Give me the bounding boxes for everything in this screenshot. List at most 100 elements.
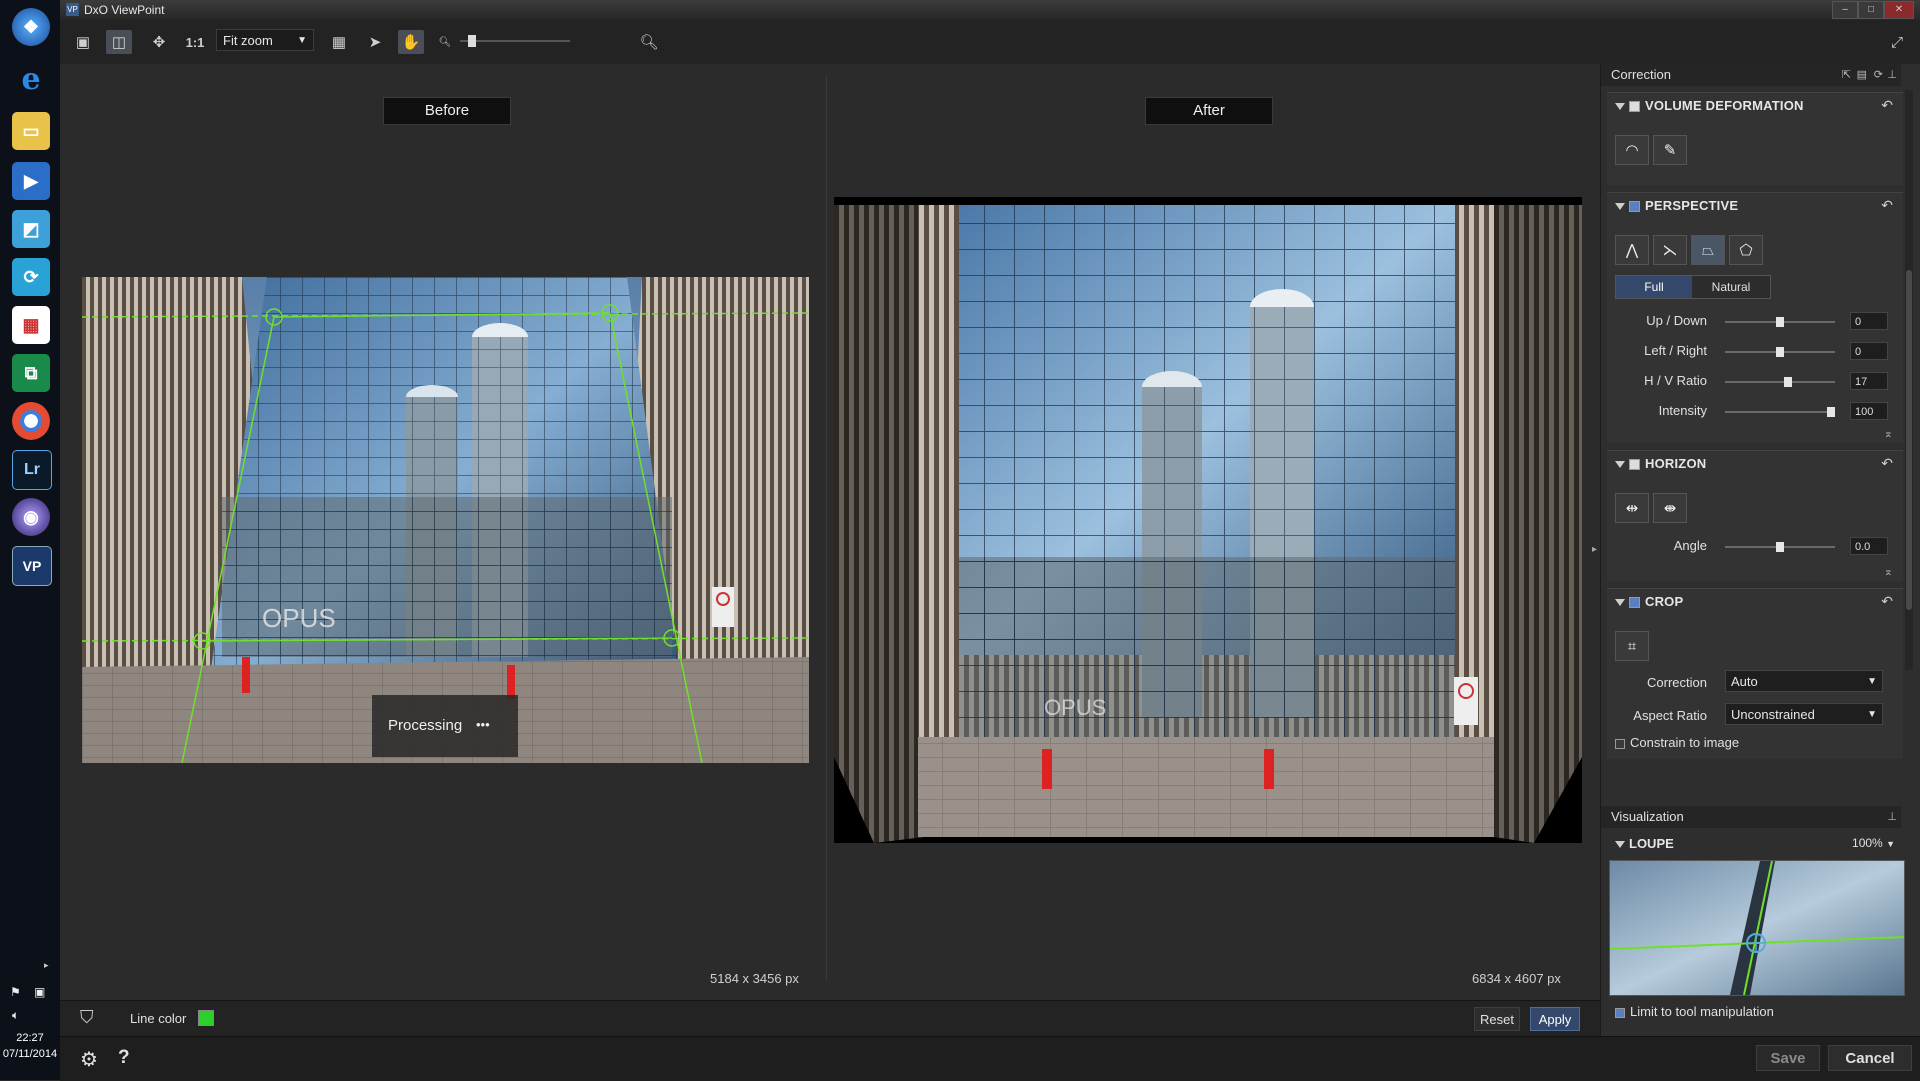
spherical-deformation-icon[interactable]: ✎ bbox=[1653, 135, 1687, 165]
zoom-out-icon[interactable]: 🔍︎ bbox=[432, 30, 458, 54]
horizontal-parallel-icon[interactable]: ⋋ bbox=[1653, 235, 1687, 265]
cancel-button[interactable]: Cancel bbox=[1828, 1045, 1912, 1071]
panel-scrollbar[interactable] bbox=[1905, 90, 1913, 670]
start-orb-icon[interactable]: ❖ bbox=[12, 8, 50, 46]
flag-icon[interactable]: ⚑ bbox=[10, 985, 21, 999]
perspective-header[interactable]: PERSPECTIVE bbox=[1615, 198, 1738, 213]
eight-point-perspective-icon[interactable]: ⬠ bbox=[1729, 235, 1763, 265]
hand-tool-icon[interactable]: ✋ bbox=[398, 30, 424, 54]
crop-header[interactable]: CROP bbox=[1615, 594, 1683, 609]
zoom-in-icon[interactable]: 🔍︎ bbox=[636, 30, 662, 54]
close-window-button[interactable]: ✕ bbox=[1884, 1, 1914, 19]
pin-icon[interactable]: ⊥ bbox=[1887, 64, 1897, 86]
undo-icon[interactable]: ↶ bbox=[1881, 593, 1893, 610]
loupe-header[interactable]: LOUPE bbox=[1615, 836, 1674, 851]
reset-button[interactable]: Reset bbox=[1474, 1007, 1520, 1031]
maximize-button[interactable]: □ bbox=[1858, 1, 1884, 19]
grid-app-icon[interactable]: ▦ bbox=[12, 306, 50, 344]
chrome-browser-icon[interactable] bbox=[12, 402, 50, 440]
horizon-line-icon[interactable]: ⇹ bbox=[1615, 493, 1649, 523]
minimize-button[interactable]: – bbox=[1832, 1, 1858, 19]
crop-correction-select[interactable]: Auto ▼ bbox=[1725, 670, 1883, 692]
limit-checkbox[interactable] bbox=[1615, 1007, 1625, 1018]
photo-viewer-icon[interactable]: ◩ bbox=[12, 210, 50, 248]
preset-icon[interactable]: ▤ bbox=[1857, 64, 1867, 86]
volume-deformation-header[interactable]: VOLUME DEFORMATION bbox=[1615, 98, 1804, 113]
pin-icon[interactable]: ⊥ bbox=[1887, 806, 1897, 828]
perspective-checkbox[interactable] bbox=[1629, 201, 1640, 213]
slider-value[interactable]: 0 bbox=[1850, 342, 1888, 360]
perspective-slider[interactable] bbox=[1725, 317, 1835, 327]
lightroom-icon[interactable]: Lr bbox=[12, 450, 52, 490]
undo-icon[interactable]: ↶ bbox=[1881, 455, 1893, 472]
angle-slider[interactable] bbox=[1725, 542, 1835, 552]
undo-icon[interactable]: ↶ bbox=[1881, 97, 1893, 114]
loupe-zoom-select[interactable]: 100% ▼ bbox=[1852, 836, 1895, 850]
help-button[interactable]: ? bbox=[118, 1047, 130, 1069]
panel-scrollbar-thumb[interactable] bbox=[1906, 270, 1912, 610]
grid-icon[interactable]: ▦ bbox=[326, 30, 352, 54]
slider-value[interactable]: 0 bbox=[1850, 312, 1888, 330]
perspective-slider[interactable] bbox=[1725, 377, 1835, 387]
slider-value[interactable]: 17 bbox=[1850, 372, 1888, 390]
crop-tool-icon[interactable]: ⌗ bbox=[1615, 631, 1649, 661]
clock-time[interactable]: 22:27 bbox=[0, 1032, 60, 1044]
settings-gear-icon[interactable]: ⚙ bbox=[80, 1047, 98, 1072]
slider-thumb[interactable] bbox=[1784, 377, 1793, 387]
angle-value[interactable]: 0.0 bbox=[1850, 537, 1888, 555]
fullscreen-icon[interactable]: ⤢ bbox=[1884, 30, 1910, 54]
slider-thumb[interactable] bbox=[1776, 317, 1784, 327]
export-icon[interactable]: ⇱ bbox=[1842, 64, 1851, 86]
zoom-one-to-one-button[interactable]: 1:1 bbox=[182, 30, 208, 54]
apply-button[interactable]: Apply bbox=[1530, 1007, 1580, 1031]
perspective-tool-icon[interactable]: ⛉ bbox=[80, 1007, 94, 1028]
zoom-slider[interactable] bbox=[460, 35, 570, 47]
constrain-to-image-option[interactable]: Constrain to image bbox=[1615, 735, 1739, 750]
collapse-section-icon[interactable]: ⌅ bbox=[1884, 427, 1893, 440]
single-view-icon[interactable]: ▣ bbox=[70, 30, 96, 54]
horizon-checkbox[interactable] bbox=[1629, 459, 1640, 471]
save-button[interactable]: Save bbox=[1756, 1045, 1820, 1071]
mode-full-button[interactable]: Full bbox=[1616, 276, 1692, 298]
undo-icon[interactable]: ↶ bbox=[1881, 197, 1893, 214]
rectangle-perspective-icon[interactable]: ⏢ bbox=[1691, 235, 1725, 265]
clock-date[interactable]: 07/11/2014 bbox=[0, 1048, 60, 1060]
pointer-icon[interactable]: ➤ bbox=[362, 30, 388, 54]
perspective-slider[interactable] bbox=[1725, 407, 1835, 417]
limit-to-tool-option[interactable]: Limit to tool manipulation bbox=[1615, 1004, 1774, 1019]
move-icon[interactable]: ✥ bbox=[146, 30, 172, 54]
line-color-swatch[interactable] bbox=[198, 1010, 214, 1026]
internet-explorer-icon[interactable]: e bbox=[12, 60, 50, 98]
perspective-slider[interactable] bbox=[1725, 347, 1835, 357]
mode-natural-button[interactable]: Natural bbox=[1692, 276, 1770, 298]
show-hidden-icons-arrow-icon[interactable]: ▸ bbox=[44, 960, 49, 971]
horizon-header[interactable]: HORIZON bbox=[1615, 456, 1706, 471]
cylindrical-deformation-icon[interactable]: ◠ bbox=[1615, 135, 1649, 165]
slider-thumb[interactable] bbox=[1776, 347, 1784, 357]
network-app-icon[interactable]: ⧉ bbox=[12, 354, 50, 392]
before-image[interactable]: OPUS Processing ••• bbox=[82, 277, 809, 763]
before-after-view-icon[interactable]: ◫ bbox=[106, 30, 132, 54]
horizon-auto-icon[interactable]: ⇼ bbox=[1653, 493, 1687, 523]
zoom-slider-thumb[interactable] bbox=[468, 35, 476, 47]
crop-checkbox[interactable] bbox=[1629, 597, 1640, 609]
constrain-checkbox[interactable] bbox=[1615, 738, 1625, 749]
volume-icon[interactable]: 🔈︎ bbox=[12, 1008, 19, 1023]
aspect-ratio-select[interactable]: Unconstrained ▼ bbox=[1725, 703, 1883, 725]
collapse-section-icon[interactable]: ⌅ bbox=[1884, 565, 1893, 578]
file-explorer-icon[interactable]: ▭ bbox=[12, 112, 50, 150]
angle-slider-thumb[interactable] bbox=[1776, 542, 1784, 552]
slider-thumb[interactable] bbox=[1827, 407, 1835, 417]
loupe-view[interactable] bbox=[1609, 860, 1905, 996]
network-tray-icon[interactable]: ▣ bbox=[34, 985, 45, 999]
sync-app-icon[interactable]: ⟳ bbox=[12, 258, 50, 296]
panel-collapse-arrow-icon[interactable]: ▸ bbox=[1592, 544, 1597, 555]
after-image[interactable]: OPUS bbox=[834, 197, 1582, 843]
vertical-parallel-icon[interactable]: ⋀ bbox=[1615, 235, 1649, 265]
viewpoint-taskbar-icon[interactable]: VP bbox=[12, 546, 52, 586]
media-player-icon[interactable]: ▶ bbox=[12, 162, 50, 200]
slider-value[interactable]: 100 bbox=[1850, 402, 1888, 420]
zoom-select[interactable]: Fit zoom ▼ bbox=[216, 29, 314, 51]
volume-deformation-checkbox[interactable] bbox=[1629, 101, 1640, 113]
photo-app-icon[interactable]: ◉ bbox=[12, 498, 50, 536]
